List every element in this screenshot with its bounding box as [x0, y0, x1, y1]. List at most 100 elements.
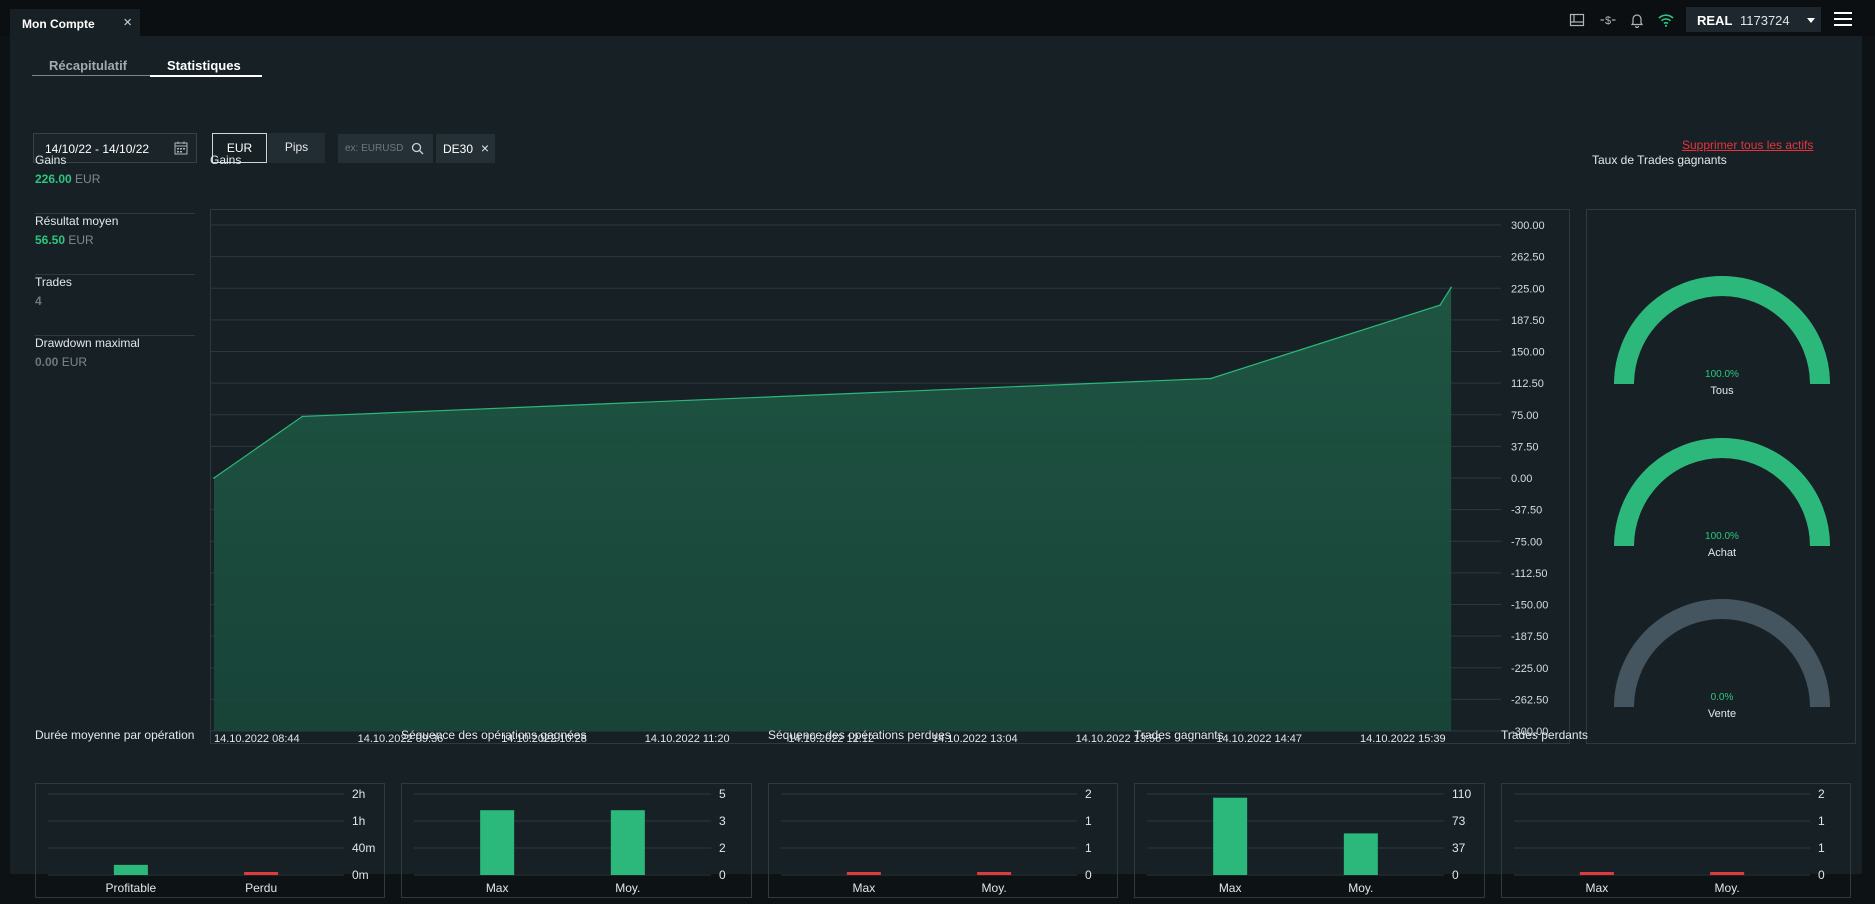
gains-chart: 300.00 262.50 225.00 187.50 150.00 112.50 75.0…	[210, 209, 1570, 745]
mini-chart-title: Trades perdants	[1501, 728, 1588, 742]
bar	[1213, 797, 1248, 875]
asset-search-input[interactable]	[338, 134, 410, 163]
y-tick-label: 1h	[352, 814, 365, 828]
x-tick-label: Moy.	[615, 881, 640, 895]
stat-drawdown: Drawdown maximal 0.00 EUR	[35, 336, 195, 396]
gains-chart-title: Gains	[210, 153, 242, 167]
bar	[846, 872, 881, 875]
mini-chart-title: Séquence des opérations gagnées	[401, 728, 587, 742]
losing-trades-chart: 2 1 1 0 Max Moy.	[1501, 783, 1851, 898]
gauge-percent: 100.0%	[1705, 369, 1739, 380]
layout-icon[interactable]	[1569, 12, 1585, 28]
x-tick-label: Profitable	[106, 881, 157, 895]
bar	[244, 872, 279, 875]
gains-point	[1439, 304, 1441, 306]
stat-gains: Gains 226.00 EUR	[35, 153, 195, 214]
window-tab[interactable]: Mon Compte ×	[10, 9, 140, 37]
bar	[480, 810, 515, 875]
y-tick-label: 37	[1452, 841, 1466, 855]
losing-trades-chart-svg: 2 1 1 0 Max Moy.	[1514, 787, 1825, 895]
y-tick-label: 0.00	[1511, 473, 1532, 485]
y-tick-label: 225.00	[1511, 283, 1545, 295]
y-tick-label: 3	[719, 814, 726, 828]
remove-chip-icon[interactable]: ×	[481, 140, 489, 156]
gauge-label: Vente	[1708, 708, 1736, 720]
y-tick-label: 112.50	[1511, 378, 1544, 390]
y-tick-label: 262.50	[1511, 252, 1545, 264]
x-tick-label: 14.10.2022 11:20	[645, 733, 730, 745]
top-bar: Mon Compte × $ REAL 1173724	[0, 0, 1875, 37]
win-streak-chart-svg: 5 3 2 0 Max Moy.	[414, 787, 726, 895]
x-tick-label: Max	[1586, 881, 1609, 895]
stat-value: 4	[35, 294, 42, 308]
y-tick-label: -150.00	[1511, 600, 1548, 612]
account-selector[interactable]: REAL 1173724	[1686, 7, 1821, 32]
tab-bar: Récapitulatif Statistiques	[32, 55, 262, 77]
tab-statistiques[interactable]: Statistiques	[167, 58, 241, 73]
y-tick-label: 0	[1085, 868, 1092, 882]
x-tick-label: Max	[853, 881, 876, 895]
stat-unit: EUR	[61, 355, 88, 369]
y-tick-label: 75.00	[1511, 410, 1539, 422]
loss-streak-chart-svg: 2 1 1 0 Max Moy.	[781, 787, 1092, 895]
y-tick-label: 2h	[352, 787, 365, 801]
stat-label: Gains	[35, 153, 67, 167]
hamburger-menu-icon[interactable]	[1834, 12, 1852, 26]
winning-trades-chart-svg: 110 73 37 0 Max Moy.	[1147, 787, 1471, 895]
y-tick-label: 37.50	[1511, 441, 1539, 453]
currency-transfer-icon[interactable]: $	[1600, 12, 1616, 28]
winning-trades-chart: 110 73 37 0 Max Moy.	[1134, 783, 1485, 898]
mini-chart-title: Séquence des opérations perdues	[768, 728, 951, 742]
x-tick-label: Max	[1219, 881, 1242, 895]
stat-trades: Trades 4	[35, 275, 195, 336]
search-icon[interactable]	[411, 142, 424, 155]
main-panel: Récapitulatif Statistiques 14/10/22 - 14…	[10, 36, 1862, 898]
y-tick-label: 2	[719, 841, 726, 855]
stat-label: Trades	[35, 275, 72, 289]
gains-point	[301, 415, 304, 418]
bar	[1579, 872, 1614, 875]
x-tick-label: 14.10.2022 15:39	[1360, 733, 1446, 745]
avg-duration-chart-svg: 2h 1h 40m 0m Profitable Perdu	[48, 787, 375, 895]
gauge-label: Tous	[1710, 385, 1734, 397]
tab-recapitulatif[interactable]: Récapitulatif	[49, 58, 127, 73]
y-tick-label: 150.00	[1511, 347, 1545, 359]
gains-point	[1450, 286, 1452, 289]
y-tick-label: -187.50	[1511, 631, 1548, 643]
pips-toggle-button[interactable]: Pips	[268, 133, 325, 163]
y-tick-label: -37.50	[1511, 505, 1542, 517]
stat-label: Drawdown maximal	[35, 336, 140, 350]
x-tick-label: Moy.	[982, 881, 1007, 895]
bar	[977, 872, 1012, 875]
stat-unit: EUR	[75, 172, 101, 186]
asset-chip-label: DE30	[443, 142, 474, 156]
close-icon[interactable]: ×	[123, 14, 132, 31]
stat-value: 226.00	[35, 172, 72, 186]
bar	[1343, 833, 1378, 875]
gains-point	[213, 477, 215, 479]
y-tick-label: 2	[1085, 787, 1092, 801]
asset-search	[338, 134, 433, 163]
x-tick-label: Perdu	[245, 881, 277, 895]
x-tick-label: Moy.	[1715, 881, 1740, 895]
asset-chip: DE30 ×	[436, 134, 495, 163]
y-tick-label: 0	[719, 868, 726, 882]
win-rate-gauges-svg: 100.0% Tous 100.0% Achat 0.0% Vente	[1614, 276, 1830, 720]
bell-icon[interactable]	[1629, 12, 1645, 28]
y-tick-label: 1	[1818, 814, 1825, 828]
stat-unit: EUR	[68, 233, 94, 247]
chevron-down-icon	[1807, 18, 1815, 23]
x-tick-label: Moy.	[1348, 881, 1373, 895]
y-tick-label: 73	[1452, 814, 1466, 828]
avg-duration-chart: 2h 1h 40m 0m Profitable Perdu	[35, 783, 385, 898]
win-rate-panel: 100.0% Tous 100.0% Achat 0.0% Vente	[1586, 209, 1856, 744]
window-title: Mon Compte	[22, 17, 95, 31]
gauge-percent: 0.0%	[1711, 692, 1734, 703]
bar	[610, 810, 645, 875]
y-tick-label: 0	[1452, 868, 1459, 882]
y-tick-label: 1	[1085, 814, 1092, 828]
delete-all-assets-link[interactable]: Supprimer tous les actifs	[1682, 138, 1813, 152]
y-tick-label: 0m	[352, 868, 369, 882]
mini-chart-title: Durée moyenne par opération	[35, 728, 195, 742]
bar	[1710, 872, 1745, 875]
